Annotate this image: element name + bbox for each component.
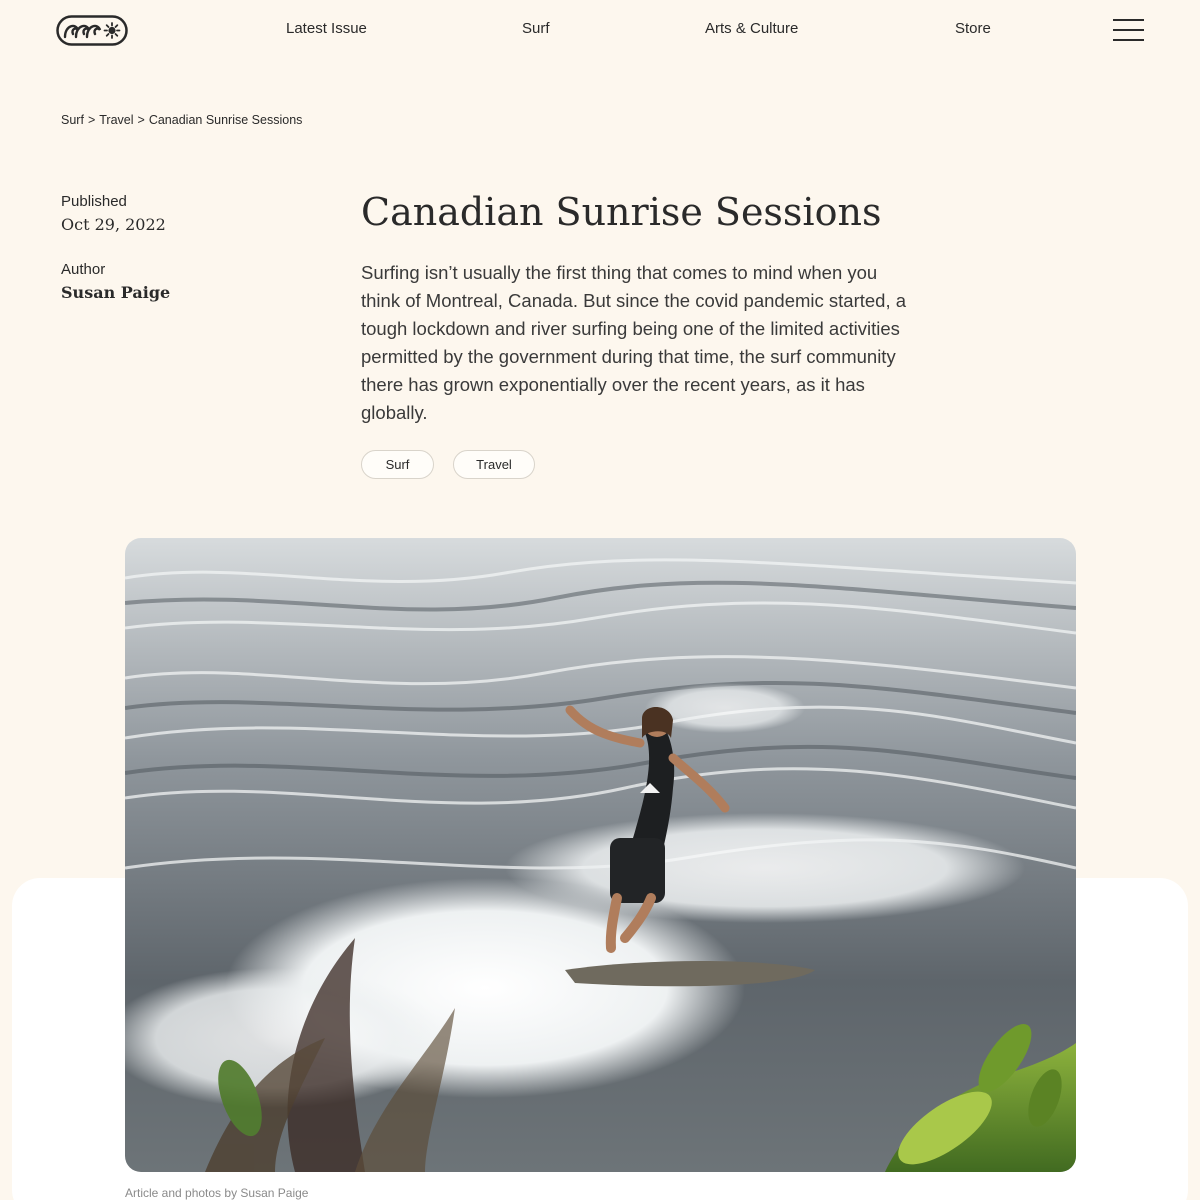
site-logo[interactable] [56,15,128,46]
site-header: Latest Issue Surf Arts & Culture Store [0,0,1200,60]
breadcrumb-item-current: Canadian Sunrise Sessions [148,113,303,127]
hero-photo-river-surfer [125,538,1076,1172]
nav-latest-issue[interactable]: Latest Issue [286,20,367,37]
published-date: Oct 29, 2022 [61,215,166,234]
wave-sun-logo-icon [56,15,128,46]
article-title: Canadian Sunrise Sessions [361,190,882,234]
nav-surf[interactable]: Surf [522,20,550,37]
breadcrumb-item-travel[interactable]: Travel [99,113,133,127]
published-label: Published [61,193,127,210]
breadcrumb-separator: > [87,113,96,127]
hamburger-menu-icon[interactable] [1113,18,1144,42]
author-label: Author [61,261,106,278]
tag-surf[interactable]: Surf [361,450,434,479]
photo-caption: Article and photos by Susan Paige [125,1186,309,1200]
article-page: Latest Issue Surf Arts & Culture Store S… [0,0,1200,1200]
nav-arts-culture[interactable]: Arts & Culture [705,20,798,37]
author-name[interactable]: Susan Paige [61,283,170,302]
nav-store[interactable]: Store [955,20,991,37]
breadcrumb-separator: > [137,113,145,127]
article-lead: Surfing isn’t usually the first thing th… [361,262,907,423]
breadcrumb: Surf > Travel > Canadian Sunrise Sessions [61,113,302,127]
tag-travel[interactable]: Travel [453,450,535,479]
breadcrumb-item-surf[interactable]: Surf [61,113,84,127]
